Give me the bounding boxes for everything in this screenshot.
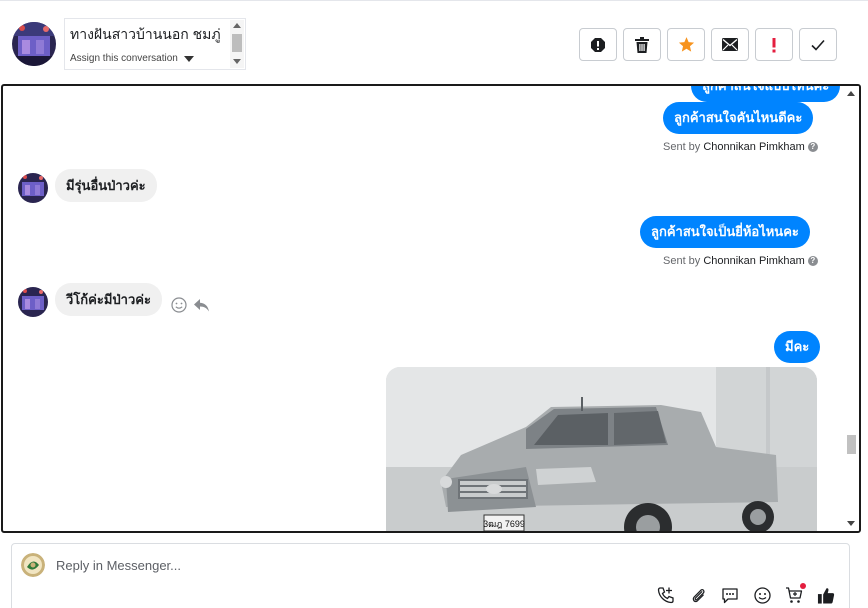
- contact-selector[interactable]: ทางฝันสาวบ้านนอก ชมภู่ Assign this conve…: [64, 18, 246, 70]
- help-icon[interactable]: ?: [807, 256, 818, 266]
- mark-unread-button[interactable]: [711, 28, 749, 61]
- scroll-down-arrow-icon[interactable]: [847, 521, 855, 526]
- message-text: ลูกค้าสนใจเป็นยี่ห้อไหนคะ: [651, 224, 799, 239]
- message-outgoing[interactable]: ลูกค้าสนใจเป็นยี่ห้อไหนคะ: [640, 216, 810, 248]
- reply-input[interactable]: [56, 556, 656, 574]
- delete-button[interactable]: [623, 28, 661, 61]
- emoji-button[interactable]: [753, 586, 771, 604]
- send-like-button[interactable]: [817, 586, 835, 604]
- contact-avatar[interactable]: [12, 22, 56, 66]
- message-text: วีโก้ค่ะมีป่าวค่ะ: [66, 292, 151, 307]
- message-text: ลูกค้าสนใจคันไหนดีคะ: [674, 110, 803, 125]
- scroll-up-arrow-icon[interactable]: [847, 91, 855, 96]
- star-button[interactable]: [667, 28, 705, 61]
- thread-scrollbar[interactable]: [843, 86, 859, 531]
- conversation-actions: [579, 28, 837, 61]
- follow-up-button[interactable]: [755, 28, 793, 61]
- cart-plus-icon: [786, 587, 803, 603]
- caret-down-icon: [183, 55, 194, 62]
- message-incoming[interactable]: มีรุ่นอื่นป่าวค่ะ: [55, 169, 157, 202]
- reply-icon[interactable]: [193, 297, 210, 313]
- sender-name: Chonnikan Pimkham: [703, 141, 805, 153]
- message-outgoing[interactable]: ลูกค้าสนใจคันไหนดีคะ: [663, 102, 814, 134]
- checkmark-icon: [811, 39, 825, 51]
- alert-circle-icon: [591, 37, 605, 52]
- trash-icon: [635, 36, 649, 53]
- sender-name: Chonnikan Pimkham: [703, 255, 805, 267]
- scroll-down-arrow-icon[interactable]: [233, 59, 241, 64]
- scroll-thumb[interactable]: [847, 435, 856, 454]
- message-outgoing[interactable]: มีคะ: [774, 331, 821, 363]
- spam-button[interactable]: [579, 28, 617, 61]
- phone-plus-icon: [657, 587, 674, 604]
- chat-bubble-icon: [722, 587, 738, 603]
- contact-box-scrollbar[interactable]: [230, 20, 244, 68]
- help-icon[interactable]: ?: [807, 142, 818, 152]
- done-button[interactable]: [799, 28, 837, 61]
- star-icon: [678, 37, 694, 52]
- envelope-icon: [722, 38, 738, 51]
- scroll-up-arrow-icon[interactable]: [233, 23, 241, 28]
- message-outgoing[interactable]: ลูกค้าสนใจแบบไหนคะ: [691, 84, 841, 102]
- car-photo-attachment[interactable]: 3ฒฎ 7699: [386, 367, 817, 531]
- add-call-button[interactable]: [657, 586, 675, 604]
- message-thread[interactable]: ลูกค้าสนใจแบบไหนคะ ลูกค้าสนใจคันไหนดีคะ …: [1, 84, 861, 533]
- license-plate: 3ฒฎ 7699: [483, 519, 525, 529]
- smiley-icon: [753, 586, 771, 604]
- conversation-header: ทางฝันสาวบ้านนอก ชมภู่ Assign this conve…: [0, 0, 868, 84]
- message-text: ลูกค้าสนใจแบบไหนคะ: [702, 84, 830, 93]
- contact-name: ทางฝันสาวบ้านนอก ชมภู่: [70, 26, 221, 42]
- notification-dot: [800, 583, 806, 589]
- contact-avatar[interactable]: [18, 287, 48, 317]
- sent-by-prefix: Sent by: [663, 255, 701, 267]
- sent-by-label: Sent by Chonnikan Pimkham ?: [663, 141, 818, 153]
- add-to-cart-button[interactable]: [785, 583, 806, 604]
- react-emoji-icon[interactable]: [171, 297, 187, 313]
- page-avatar: [21, 553, 45, 577]
- message-incoming[interactable]: วีโก้ค่ะมีป่าวค่ะ: [55, 283, 162, 316]
- reply-composer: [11, 543, 850, 608]
- scroll-thumb[interactable]: [232, 34, 242, 52]
- assign-conversation-dropdown[interactable]: Assign this conversation: [70, 53, 194, 64]
- sent-by-label: Sent by Chonnikan Pimkham ?: [663, 255, 818, 267]
- paperclip-icon: [692, 588, 704, 602]
- message-text: มีรุ่นอื่นป่าวค่ะ: [66, 178, 146, 193]
- sent-by-prefix: Sent by: [663, 141, 701, 153]
- contact-avatar[interactable]: [18, 173, 48, 203]
- thumbs-up-icon: [817, 587, 835, 604]
- saved-replies-button[interactable]: [721, 586, 739, 604]
- exclamation-icon: [772, 37, 776, 52]
- composer-toolbar: [657, 583, 835, 604]
- message-text: มีคะ: [785, 339, 810, 354]
- assign-label: Assign this conversation: [70, 53, 178, 64]
- attach-button[interactable]: [689, 586, 707, 604]
